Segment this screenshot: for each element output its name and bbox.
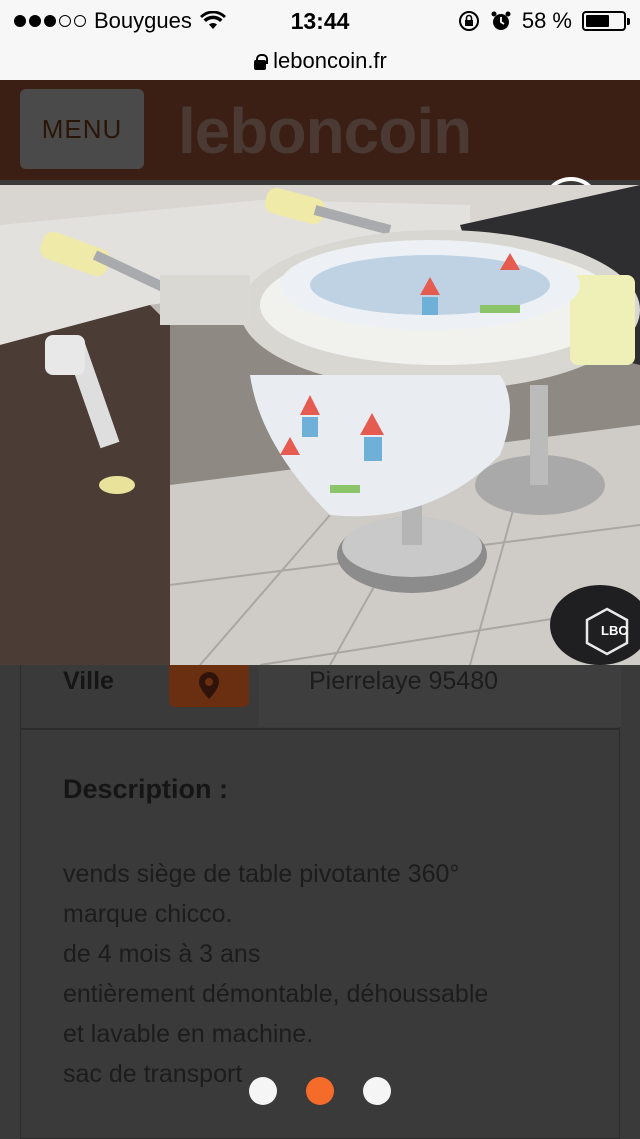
site-header: MENU leboncoin [0,80,640,235]
description-line: de 4 mois à 3 ans [63,940,261,968]
carousel-dot-2[interactable] [306,1077,334,1105]
ville-row: Ville Pierrelaye 95480 [20,665,621,729]
ville-value: Pierrelaye 95480 [309,667,499,695]
site-logo: leboncoin [178,95,472,167]
description-title: Description : [63,774,229,804]
description-line: vends siège de table pivotante 360° [63,860,460,888]
battery-percent: 58 % [521,8,572,33]
address-bar[interactable]: leboncoin.fr [0,42,640,80]
rotation-lock-icon [458,11,479,31]
lock-icon [253,54,269,70]
description-line: entièrement démontable, déhoussable [63,980,489,1008]
battery-icon [582,11,630,31]
carousel-dot-3[interactable] [363,1077,391,1105]
description-line: marque chicco. [63,900,233,928]
ad-details: Ville Pierrelaye 95480 Description : ven… [0,665,640,1139]
watermark-text: LBC [601,623,628,638]
description-text: vends siège de table pivotante 360° marq… [63,854,488,1094]
product-photo-image: LBC [0,185,640,665]
location-pin-icon [199,672,219,699]
map-button[interactable] [169,665,249,707]
carousel-indicator [0,1077,640,1105]
description-line: et lavable en machine. [63,1020,314,1048]
menu-button[interactable]: MENU [20,89,144,169]
url-text: leboncoin.fr [273,48,387,73]
carousel-dot-1[interactable] [249,1077,277,1105]
alarm-icon [491,11,511,30]
gallery-photo[interactable]: LBC [0,185,640,665]
ville-label: Ville [63,667,114,695]
status-bar: Bouygues 13:44 58 % [0,0,640,42]
status-right-group: 58 % [458,8,630,34]
